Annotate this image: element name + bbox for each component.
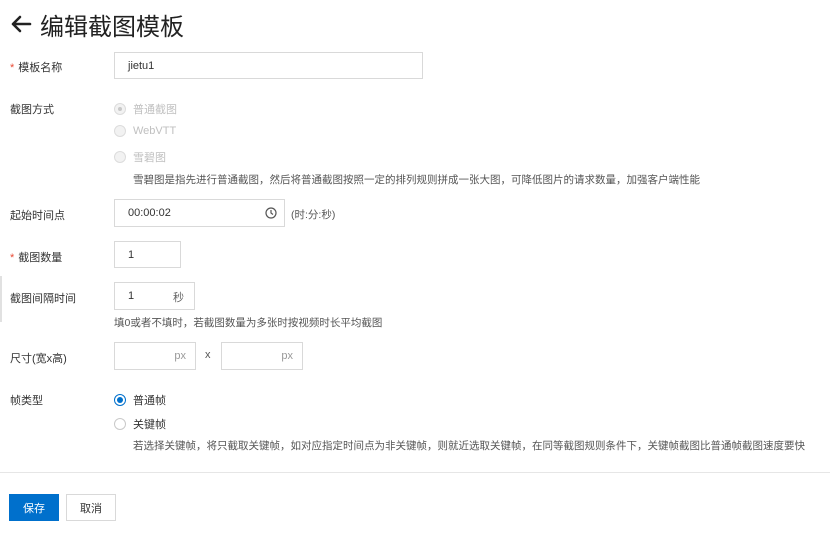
left-edge-marker: [0, 276, 2, 322]
time-format-hint: (时:分:秒): [291, 209, 336, 221]
radio-normal-frame-label: 普通帧: [133, 395, 166, 407]
radio-webvtt[interactable]: [114, 125, 126, 137]
template-name-input[interactable]: jietu1: [114, 52, 423, 79]
save-button[interactable]: 保存: [9, 494, 59, 521]
size-separator: x: [205, 349, 211, 361]
radio-normal-label: 普通截图: [133, 104, 177, 116]
start-time-value: 00:00:02: [128, 207, 171, 219]
start-time-input[interactable]: 00:00:02: [114, 199, 285, 227]
cancel-button[interactable]: 取消: [66, 494, 116, 521]
template-name-value: jietu1: [128, 59, 155, 72]
width-input[interactable]: px: [114, 342, 196, 370]
snapshot-method-normal-option[interactable]: 普通截图: [114, 101, 177, 117]
interval-label: 截图间隔时间: [10, 293, 76, 305]
required-marker: *: [10, 252, 15, 264]
radio-sprite-label: 雪碧图: [133, 152, 166, 164]
snapshot-method-sprite-option[interactable]: 雪碧图: [114, 149, 166, 165]
start-time-label: 起始时间点: [10, 210, 65, 222]
radio-webvtt-label: WebVTT: [133, 125, 177, 137]
required-marker: *: [10, 62, 15, 74]
count-value: 1: [128, 248, 135, 261]
radio-sprite[interactable]: [114, 151, 126, 163]
footer-divider: [0, 472, 830, 473]
template-name-label: * 模板名称: [10, 62, 63, 74]
height-unit: px: [281, 350, 293, 362]
interval-help-text: 填0或者不填时，若截图数量为多张时按视频时长平均截图: [114, 317, 383, 329]
radio-key-frame-label: 关键帧: [133, 419, 166, 431]
frame-type-key-option[interactable]: 关键帧: [114, 416, 166, 432]
width-unit: px: [174, 350, 186, 362]
size-label: 尺寸(宽x高): [10, 353, 67, 365]
page-title: 编辑截图模板: [40, 13, 184, 41]
radio-normal-frame[interactable]: [114, 394, 126, 406]
radio-key-frame[interactable]: [114, 418, 126, 430]
back-arrow-icon[interactable]: [10, 13, 32, 35]
interval-unit: 秒: [173, 292, 184, 304]
count-input[interactable]: 1: [114, 241, 181, 268]
clock-icon[interactable]: [265, 207, 277, 219]
radio-normal[interactable]: [114, 103, 126, 115]
page-header: 编辑截图模板: [10, 6, 184, 42]
height-input[interactable]: px: [221, 342, 303, 370]
sprite-help-text: 雪碧图是指先进行普通截图，然后将普通截图按照一定的排列规则拼成一张大图，可降低图…: [133, 174, 700, 186]
frame-type-help-text: 若选择关键帧，将只截取关键帧，如对应指定时间点为非关键帧，则就近选取关键帧，在同…: [133, 440, 805, 452]
interval-input[interactable]: 1 秒: [114, 282, 195, 310]
snapshot-method-webvtt-option[interactable]: WebVTT: [114, 125, 176, 137]
frame-type-normal-option[interactable]: 普通帧: [114, 392, 166, 408]
snapshot-method-label: 截图方式: [10, 104, 54, 116]
frame-type-label: 帧类型: [10, 395, 43, 407]
count-label: * 截图数量: [10, 252, 63, 264]
interval-value: 1: [128, 290, 135, 302]
